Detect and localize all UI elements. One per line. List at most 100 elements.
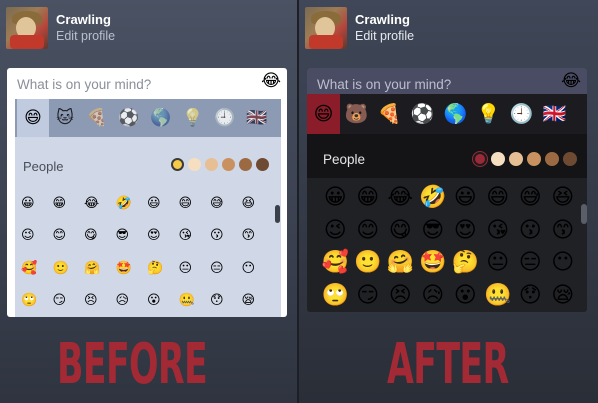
emoji-item[interactable]: 😄	[482, 181, 515, 214]
emoji-item[interactable]: 😃	[449, 181, 482, 214]
emoji-item[interactable]: 😁	[352, 181, 385, 214]
emoji-item[interactable]: 🤗	[80, 251, 112, 284]
emoji-item[interactable]: 😆	[238, 186, 270, 219]
emoji-item[interactable]: 😂	[384, 181, 417, 214]
recent-category-icon[interactable]: 🕘	[505, 94, 538, 134]
emoji-item[interactable]: 😅	[206, 186, 238, 219]
smiley-category-icon[interactable]: 😄	[307, 94, 340, 134]
emoji-item[interactable]: 😋	[80, 219, 112, 252]
emoji-item[interactable]: 😍	[143, 219, 175, 252]
skin-tone-swatch[interactable]	[491, 152, 505, 166]
emoji-item[interactable]: 😘	[482, 214, 515, 247]
travel-category-icon[interactable]: 🌎	[439, 94, 472, 134]
emoji-picker-button[interactable]: 😂	[561, 71, 581, 91]
emoji-item[interactable]: 😮	[143, 284, 175, 317]
scrollbar-thumb[interactable]	[581, 204, 587, 224]
emoji-item[interactable]: 😎	[417, 214, 450, 247]
emoji-item[interactable]: 😎	[112, 219, 144, 252]
emoji-item[interactable]: 😅	[514, 181, 547, 214]
skin-tone-swatch[interactable]	[171, 158, 184, 171]
skin-tone-swatch[interactable]	[239, 158, 252, 171]
skin-tone-swatch[interactable]	[256, 158, 269, 171]
emoji-item[interactable]: 😃	[143, 186, 175, 219]
emoji-item[interactable]: 🤐	[482, 279, 515, 312]
emoji-item[interactable]: 🤗	[384, 246, 417, 279]
emoji-item[interactable]: 🤐	[175, 284, 207, 317]
skin-tone-swatch[interactable]	[205, 158, 218, 171]
food-category-icon[interactable]: 🍕	[81, 99, 113, 137]
animals-category-icon[interactable]: 🐱	[49, 99, 81, 137]
emoji-item[interactable]: 😪	[547, 279, 580, 312]
skin-tone-swatch[interactable]	[473, 152, 487, 166]
emoji-item[interactable]: 🙂	[352, 246, 385, 279]
smiley-category-icon[interactable]: 😄	[17, 99, 49, 137]
emoji-item[interactable]: 😀	[17, 186, 49, 219]
emoji-item[interactable]: 😙	[238, 219, 270, 252]
emoji-item[interactable]: 😗	[206, 219, 238, 252]
emoji-item[interactable]: 😊	[352, 214, 385, 247]
recent-category-icon[interactable]: 🕘	[209, 99, 241, 137]
emoji-picker-button[interactable]: 😂	[261, 71, 281, 91]
emoji-item[interactable]: 😣	[80, 284, 112, 317]
skin-tone-swatch[interactable]	[509, 152, 523, 166]
travel-category-icon[interactable]: 🌎	[145, 99, 177, 137]
activity-category-icon[interactable]: ⚽	[406, 94, 439, 134]
emoji-item[interactable]: 😁	[49, 186, 81, 219]
emoji-item[interactable]: 😙	[547, 214, 580, 247]
emoji-item[interactable]: 😥	[112, 284, 144, 317]
objects-category-icon[interactable]: 💡	[472, 94, 505, 134]
emoji-item[interactable]: 😣	[384, 279, 417, 312]
emoji-item[interactable]: 😪	[238, 284, 270, 317]
skin-tone-swatch[interactable]	[545, 152, 559, 166]
skin-tone-swatch[interactable]	[188, 158, 201, 171]
emoji-item[interactable]: 😆	[547, 181, 580, 214]
emoji-item[interactable]: 🤩	[417, 246, 450, 279]
emoji-item[interactable]: 🤣	[112, 186, 144, 219]
emoji-item[interactable]: 😐	[175, 251, 207, 284]
emoji-item[interactable]: 😍	[449, 214, 482, 247]
emoji-item[interactable]: 😊	[49, 219, 81, 252]
animals-category-icon[interactable]: 🐻	[340, 94, 373, 134]
edit-profile-link[interactable]: Edit profile	[56, 28, 115, 45]
activity-category-icon[interactable]: ⚽	[113, 99, 145, 137]
scrollbar-thumb[interactable]	[275, 205, 280, 223]
emoji-item[interactable]: 😥	[417, 279, 450, 312]
emoji-item[interactable]: 😀	[319, 181, 352, 214]
emoji-item[interactable]: 🥰	[17, 251, 49, 284]
emoji-item[interactable]: 😐	[482, 246, 515, 279]
edit-profile-link[interactable]: Edit profile	[355, 28, 414, 45]
skin-tone-swatch[interactable]	[527, 152, 541, 166]
skin-tone-swatch[interactable]	[563, 152, 577, 166]
emoji-item[interactable]: 😋	[384, 214, 417, 247]
post-input[interactable]: What is on your mind? 😂	[307, 68, 587, 94]
emoji-item[interactable]: 😯	[514, 279, 547, 312]
emoji-item[interactable]: 🙄	[319, 279, 352, 312]
flags-category-icon[interactable]: 🇬🇧	[538, 94, 571, 134]
emoji-item[interactable]: 😏	[352, 279, 385, 312]
emoji-item[interactable]: 😄	[175, 186, 207, 219]
avatar[interactable]	[6, 7, 48, 49]
emoji-item[interactable]: 🤣	[417, 181, 450, 214]
emoji-item[interactable]: 😂	[80, 186, 112, 219]
emoji-item[interactable]: 😉	[17, 219, 49, 252]
emoji-item[interactable]: 🤔	[449, 246, 482, 279]
emoji-item[interactable]: 😏	[49, 284, 81, 317]
emoji-item[interactable]: 😗	[514, 214, 547, 247]
emoji-item[interactable]: 😶	[547, 246, 580, 279]
emoji-item[interactable]: 😑	[206, 251, 238, 284]
emoji-item[interactable]: 😯	[206, 284, 238, 317]
emoji-item[interactable]: 🤩	[112, 251, 144, 284]
emoji-item[interactable]: 😮	[449, 279, 482, 312]
emoji-item[interactable]: 🤔	[143, 251, 175, 284]
post-input[interactable]: What is on your mind? 😂	[7, 68, 287, 94]
skin-tone-swatch[interactable]	[222, 158, 235, 171]
emoji-item[interactable]: 😑	[514, 246, 547, 279]
emoji-item[interactable]: 🙄	[17, 284, 49, 317]
emoji-item[interactable]: 🥰	[319, 246, 352, 279]
objects-category-icon[interactable]: 💡	[177, 99, 209, 137]
emoji-item[interactable]: 😘	[175, 219, 207, 252]
flags-category-icon[interactable]: 🇬🇧	[241, 99, 273, 137]
emoji-item[interactable]: 😶	[238, 251, 270, 284]
emoji-item[interactable]: 😉	[319, 214, 352, 247]
avatar[interactable]	[305, 7, 347, 49]
